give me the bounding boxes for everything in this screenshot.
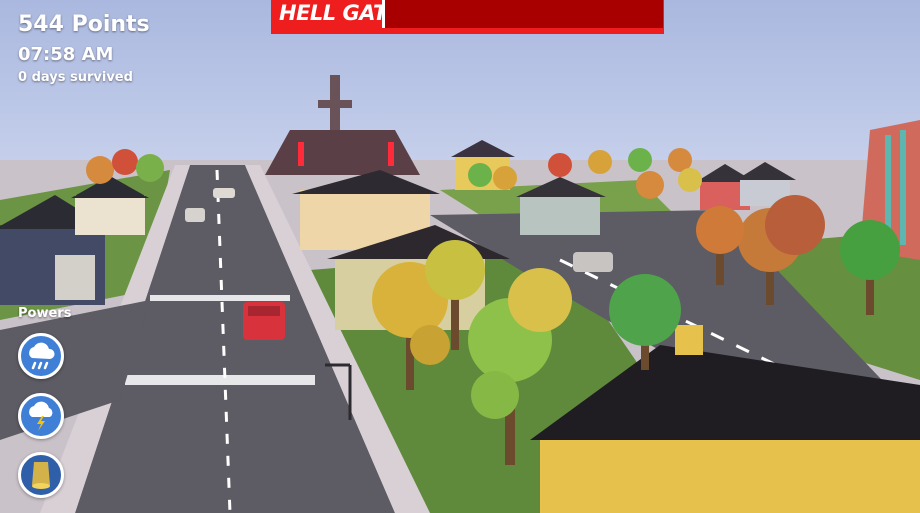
red-car: [243, 302, 285, 340]
car: [185, 208, 205, 222]
powers-label: Powers: [18, 306, 72, 321]
beam-power-button[interactable]: [18, 452, 64, 498]
boss-health-bar: HELL GATE: [271, 0, 664, 34]
car: [213, 188, 235, 198]
days-survived: 0 days survived: [18, 70, 133, 85]
rain-cloud-icon: [29, 342, 55, 370]
light-beam-icon: [32, 462, 50, 489]
rain-power-button[interactable]: [18, 333, 64, 379]
points-counter: 544 Points: [18, 12, 150, 37]
boss-health-fill: [382, 0, 663, 28]
car: [573, 252, 613, 272]
game-scene[interactable]: [0, 0, 920, 513]
game-clock: 07:58 AM: [18, 44, 114, 65]
lightning-cloud-icon: [29, 401, 53, 431]
lightning-power-button[interactable]: [18, 393, 64, 439]
